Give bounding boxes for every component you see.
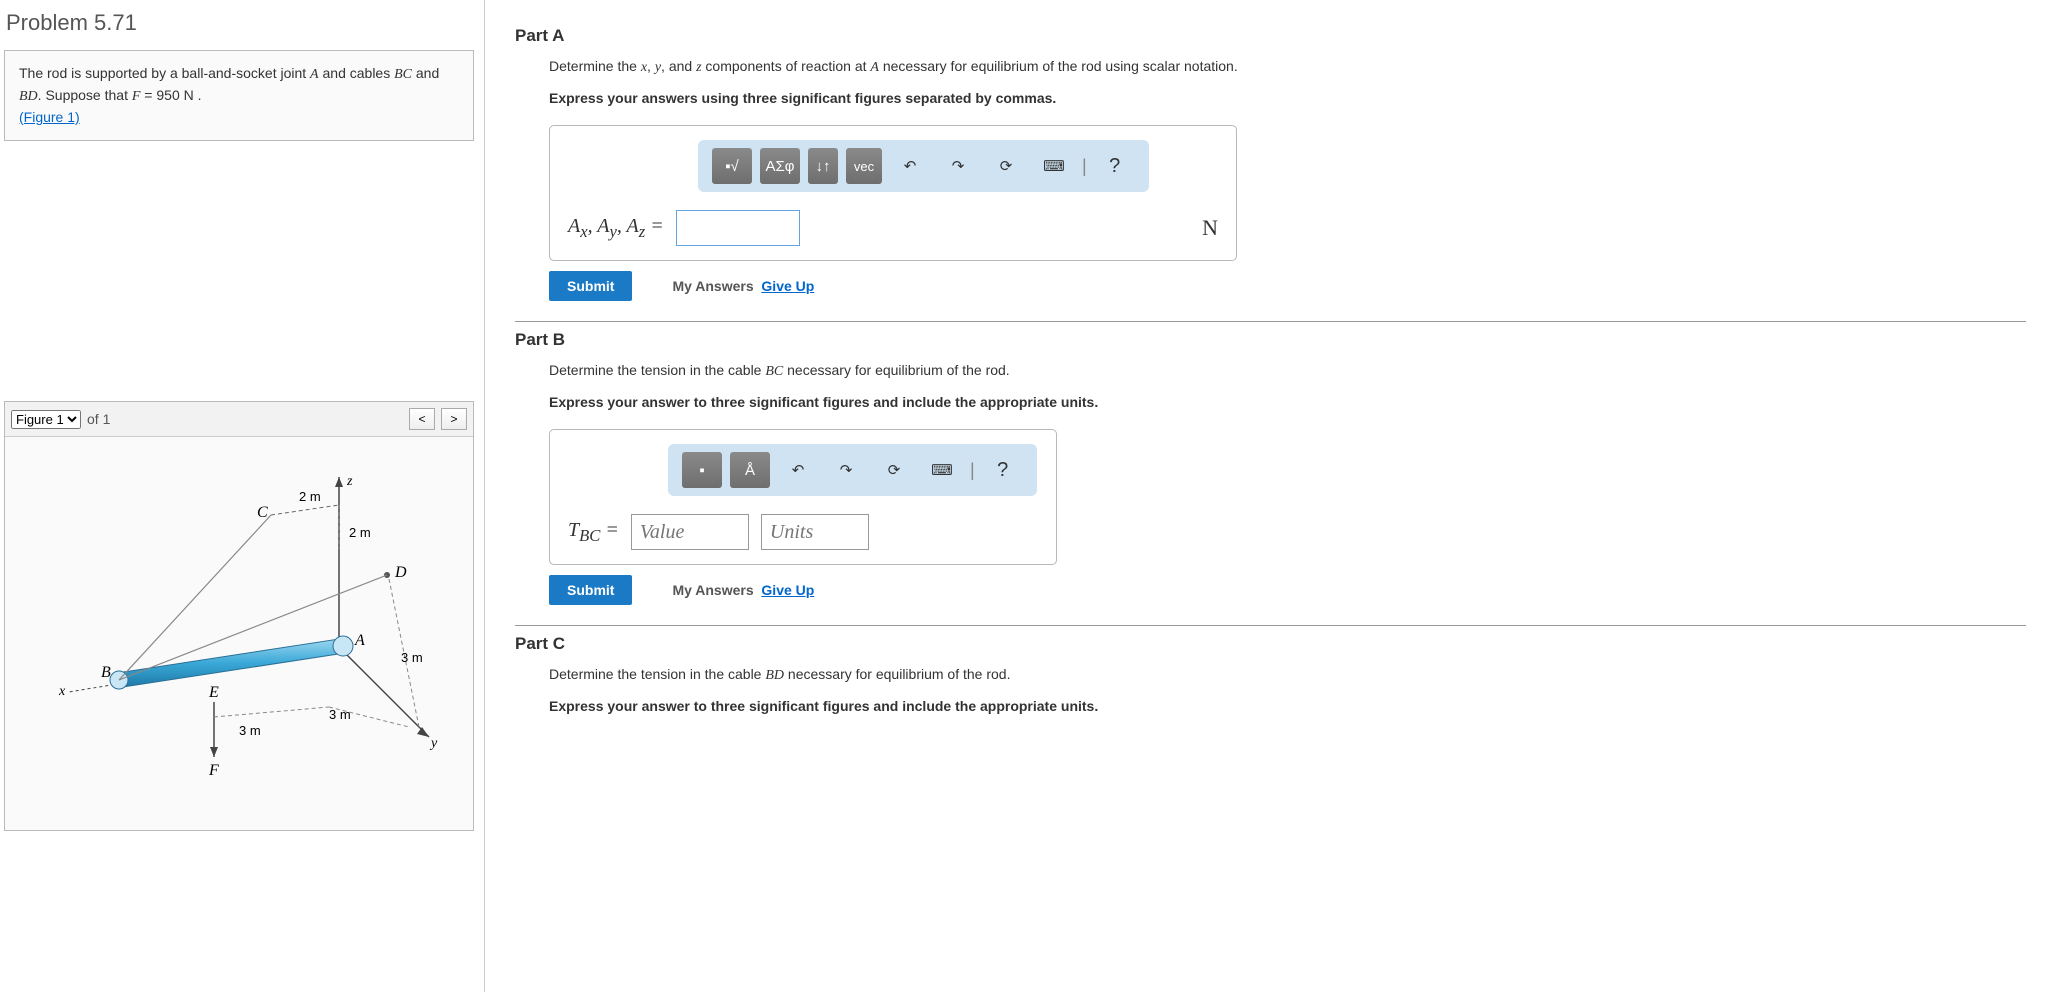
svg-text:F: F	[208, 762, 219, 779]
sym-a: A	[310, 67, 319, 82]
give-up-link[interactable]: Give Up	[761, 278, 814, 294]
my-answers-link[interactable]: My Answers	[672, 582, 753, 598]
reset-button[interactable]: ⟳	[874, 452, 914, 488]
part-a-instruction: Express your answers using three signifi…	[549, 88, 2026, 109]
svg-text:B: B	[101, 664, 111, 681]
part-b-title: Part B	[515, 330, 2026, 350]
svg-text:3 m: 3 m	[239, 723, 261, 738]
svg-text:C: C	[257, 504, 268, 521]
part-b-answer-box: ▪ Å ↶ ↷ ⟳ ⌨ | ? TBC =	[549, 429, 1057, 565]
part-b-eq-label: TBC =	[568, 519, 619, 546]
part-c-title: Part C	[515, 634, 2026, 654]
part-c-question: Determine the tension in the cable BD ne…	[549, 664, 2026, 686]
part-c: Part C Determine the tension in the cabl…	[515, 625, 2026, 717]
figure-header: Figure 1 of 1 < >	[5, 402, 473, 437]
text: The rod is supported by a ball-and-socke…	[19, 65, 310, 81]
part-b: Part B Determine the tension in the cabl…	[515, 321, 2026, 605]
svg-text:2 m: 2 m	[299, 489, 321, 504]
part-b-value-input[interactable]	[631, 514, 749, 550]
part-a-toolbar: ▪√ ΑΣφ ↓↑ vec ↶ ↷ ⟳ ⌨ | ?	[698, 140, 1149, 192]
text: and	[412, 65, 439, 81]
part-a: Part A Determine the x, y, and z compone…	[515, 18, 2026, 301]
svg-text:E: E	[208, 684, 219, 701]
part-b-instruction: Express your answer to three significant…	[549, 392, 2026, 413]
keyboard-button[interactable]: ⌨	[922, 452, 962, 488]
figure-prev-button[interactable]: <	[409, 408, 435, 430]
text: = 950 N .	[140, 87, 201, 103]
redo-button[interactable]: ↷	[826, 452, 866, 488]
part-a-title: Part A	[515, 26, 2026, 46]
sym-bc: BC	[394, 67, 412, 82]
help-button[interactable]: ?	[983, 452, 1023, 488]
part-c-instruction: Express your answer to three significant…	[549, 696, 2026, 717]
template-button[interactable]: ▪	[682, 452, 722, 488]
help-button[interactable]: ?	[1095, 148, 1135, 184]
svg-text:3 m: 3 m	[329, 707, 351, 722]
part-b-submit-button[interactable]: Submit	[549, 575, 632, 605]
figure-link[interactable]: (Figure 1)	[19, 109, 80, 125]
redo-button[interactable]: ↷	[938, 148, 978, 184]
figure-select[interactable]: Figure 1	[11, 410, 81, 429]
my-answers-link[interactable]: My Answers	[672, 278, 753, 294]
part-a-eq-label: Ax, Ay, Az =	[568, 215, 664, 242]
updown-button[interactable]: ↓↑	[808, 148, 838, 184]
text: . Suppose that	[38, 87, 132, 103]
svg-text:D: D	[394, 564, 407, 581]
reset-button[interactable]: ⟳	[986, 148, 1026, 184]
figure-svg: z y x A B C 2 m	[39, 457, 439, 807]
part-a-unit: N	[1202, 215, 1218, 241]
part-b-units-input[interactable]	[761, 514, 869, 550]
greek-button[interactable]: ΑΣφ	[760, 148, 800, 184]
part-a-answer-box: ▪√ ΑΣφ ↓↑ vec ↶ ↷ ⟳ ⌨ | ? Ax, Ay, Az =	[549, 125, 1237, 261]
svg-text:z: z	[346, 474, 353, 489]
figure-body: z y x A B C 2 m	[5, 437, 473, 830]
part-a-input[interactable]	[676, 210, 800, 246]
svg-text:2 m: 2 m	[349, 525, 371, 540]
template-button[interactable]: ▪√	[712, 148, 752, 184]
units-tool-button[interactable]: Å	[730, 452, 770, 488]
undo-button[interactable]: ↶	[890, 148, 930, 184]
part-b-question: Determine the tension in the cable BC ne…	[549, 360, 2026, 382]
figure-panel: Figure 1 of 1 < > z y x	[4, 401, 474, 831]
svg-text:3 m: 3 m	[401, 650, 423, 665]
svg-text:y: y	[429, 736, 438, 751]
undo-button[interactable]: ↶	[778, 452, 818, 488]
figure-count: of 1	[87, 411, 110, 427]
problem-statement: The rod is supported by a ball-and-socke…	[4, 50, 474, 141]
sym-bd: BD	[19, 89, 38, 104]
vec-button[interactable]: vec	[846, 148, 882, 184]
part-a-submit-button[interactable]: Submit	[549, 271, 632, 301]
part-b-toolbar: ▪ Å ↶ ↷ ⟳ ⌨ | ?	[668, 444, 1037, 496]
keyboard-button[interactable]: ⌨	[1034, 148, 1074, 184]
svg-text:A: A	[354, 632, 365, 649]
svg-text:x: x	[58, 684, 66, 699]
figure-next-button[interactable]: >	[441, 408, 467, 430]
part-a-question: Determine the x, y, and z components of …	[549, 56, 2026, 78]
give-up-link[interactable]: Give Up	[761, 582, 814, 598]
text: and cables	[319, 65, 395, 81]
problem-title: Problem 5.71	[6, 10, 474, 36]
